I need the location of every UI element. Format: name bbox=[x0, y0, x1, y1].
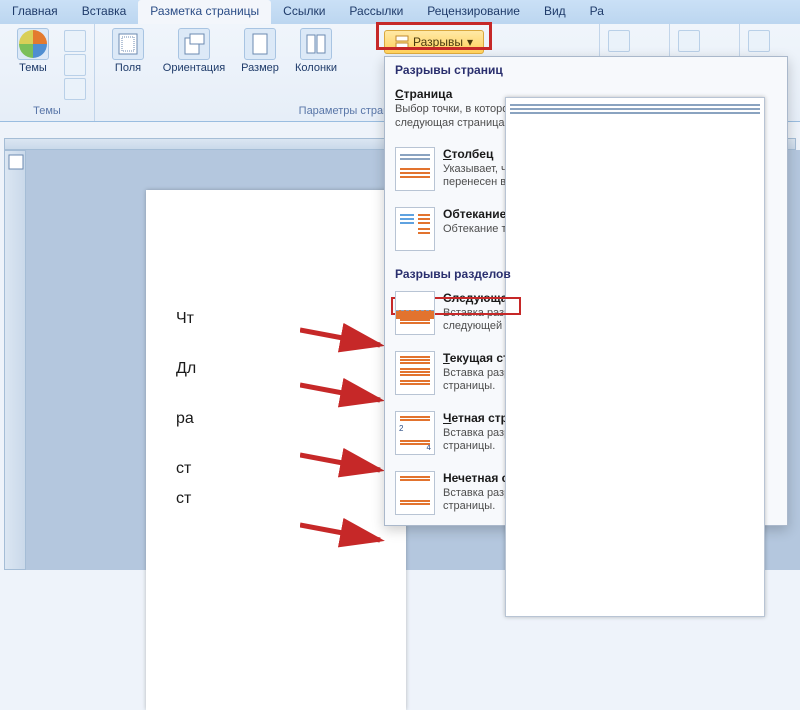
tab-more[interactable]: Ра bbox=[578, 0, 616, 24]
margins-icon bbox=[112, 28, 144, 60]
size-label: Размер bbox=[241, 62, 279, 74]
tab-page-layout[interactable]: Разметка страницы bbox=[138, 0, 271, 24]
vertical-ruler[interactable] bbox=[4, 150, 26, 570]
tab-mailings[interactable]: Рассылки bbox=[337, 0, 415, 24]
tab-insert[interactable]: Вставка bbox=[70, 0, 139, 24]
break-page-icon bbox=[505, 97, 765, 617]
breaks-dropdown-button[interactable]: Разрывы ▾ bbox=[384, 30, 484, 54]
section-next-icon bbox=[395, 291, 435, 335]
themes-button[interactable]: Темы bbox=[8, 28, 58, 74]
columns-icon bbox=[300, 28, 332, 60]
tab-view[interactable]: Вид bbox=[532, 0, 578, 24]
break-wrap-icon bbox=[395, 207, 435, 251]
themes-label: Темы bbox=[19, 62, 47, 74]
orientation-label: Ориентация bbox=[163, 62, 225, 74]
section-odd-icon bbox=[395, 471, 435, 515]
section-even-icon: 2 4 bbox=[395, 411, 435, 455]
document-page[interactable]: Чт Дл ра ст ст bbox=[146, 190, 406, 710]
even-badge-2: 2 bbox=[399, 424, 403, 433]
tab-home[interactable]: Главная bbox=[0, 0, 70, 24]
breaks-dropdown-menu: Разрывы страниц Страница Выбор точки, в … bbox=[384, 56, 788, 526]
page-borders-button[interactable] bbox=[748, 30, 770, 52]
watermark-button[interactable] bbox=[608, 30, 630, 52]
margins-label: Поля bbox=[115, 62, 141, 74]
page-breaks-heading: Разрывы страниц bbox=[385, 57, 787, 81]
orientation-button[interactable]: Ориентация bbox=[159, 28, 229, 74]
ribbon-tabs: Главная Вставка Разметка страницы Ссылки… bbox=[0, 0, 800, 24]
tab-review[interactable]: Рецензирование bbox=[415, 0, 532, 24]
chevron-down-icon: ▾ bbox=[467, 35, 473, 49]
doc-line-5: ст bbox=[176, 490, 191, 508]
doc-line-1: Чт bbox=[176, 310, 194, 328]
doc-line-4: ст bbox=[176, 460, 191, 478]
theme-effects-button[interactable] bbox=[64, 78, 86, 100]
theme-fonts-button[interactable] bbox=[64, 54, 86, 76]
size-button[interactable]: Размер bbox=[235, 28, 285, 74]
columns-label: Колонки bbox=[295, 62, 337, 74]
break-page[interactable]: Страница Выбор точки, в которой заканчив… bbox=[385, 81, 787, 141]
section-breaks-heading: Разрывы разделов bbox=[385, 261, 787, 285]
margins-button[interactable]: Поля bbox=[103, 28, 153, 74]
break-column-icon bbox=[395, 147, 435, 191]
page-color-button[interactable] bbox=[678, 30, 700, 52]
doc-line-3: ра bbox=[176, 410, 194, 428]
breaks-icon bbox=[395, 35, 409, 49]
doc-line-2: Дл bbox=[176, 360, 196, 378]
breaks-label: Разрывы bbox=[413, 35, 463, 49]
ruler-corner-icon bbox=[7, 153, 25, 171]
group-themes-label: Темы bbox=[8, 103, 86, 121]
section-continuous-icon bbox=[395, 351, 435, 395]
orientation-icon bbox=[178, 28, 210, 60]
columns-button[interactable]: Колонки bbox=[291, 28, 341, 74]
tab-references[interactable]: Ссылки bbox=[271, 0, 337, 24]
even-badge-4: 4 bbox=[427, 443, 431, 452]
theme-colors-button[interactable] bbox=[64, 30, 86, 52]
group-themes: Темы Темы bbox=[0, 24, 95, 121]
themes-icon bbox=[17, 28, 49, 60]
size-icon bbox=[244, 28, 276, 60]
